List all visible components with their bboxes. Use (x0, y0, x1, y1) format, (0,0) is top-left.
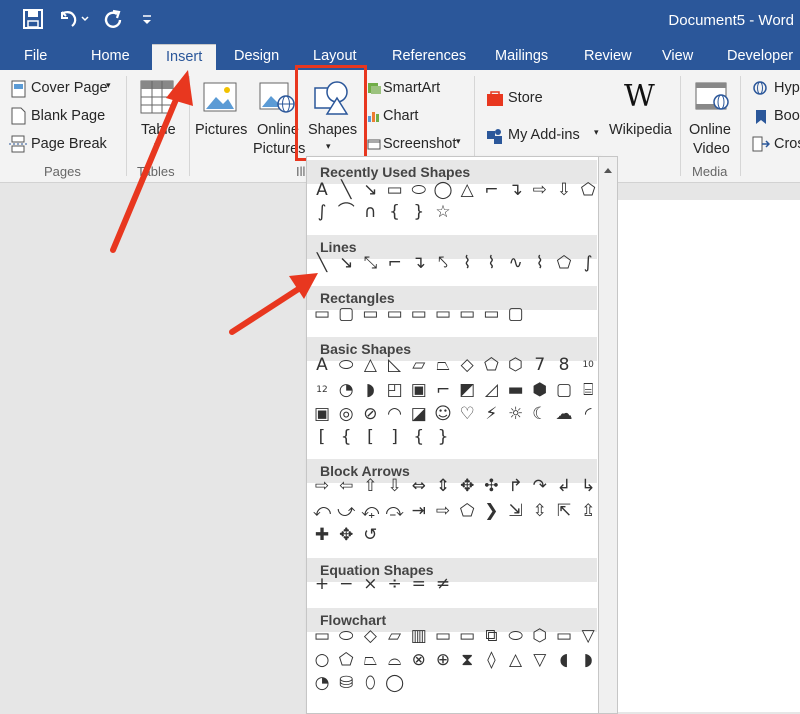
annotation-arrows (110, 70, 318, 335)
annotation-arrow-to-insert-tab (110, 70, 193, 253)
annotation-arrow-to-lines (229, 273, 318, 335)
